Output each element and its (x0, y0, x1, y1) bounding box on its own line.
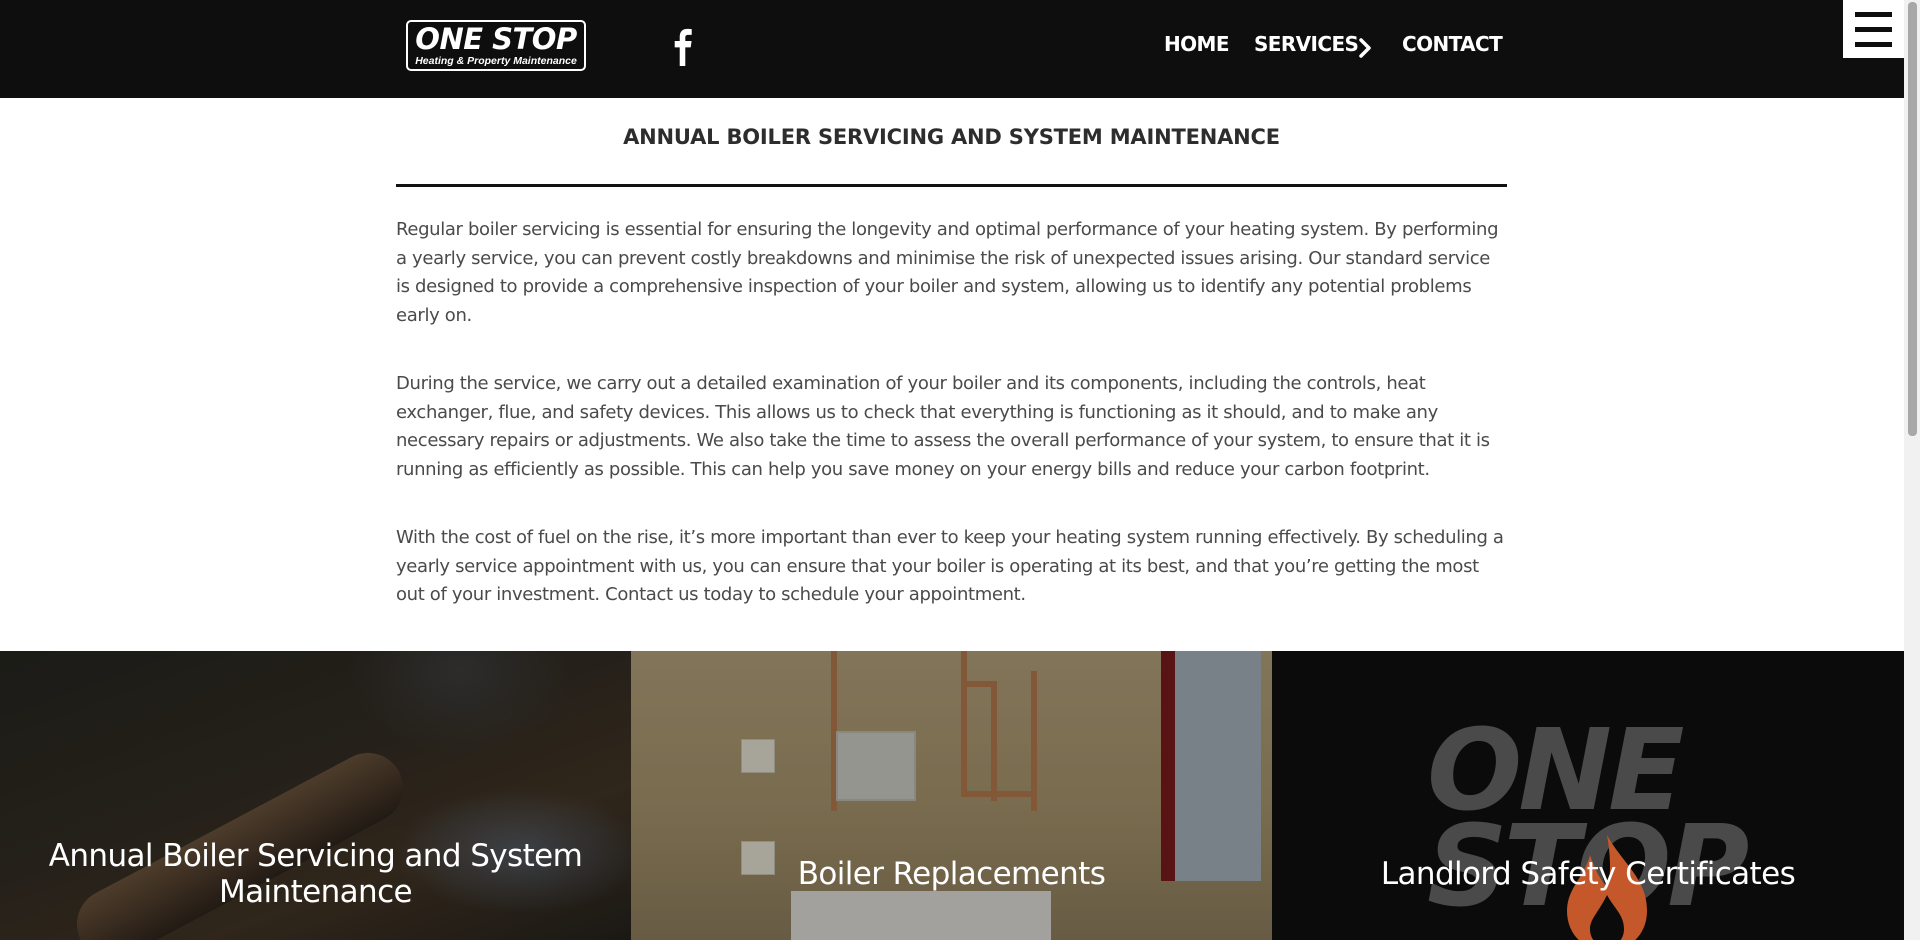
nav-services[interactable]: SERVICES (1254, 32, 1359, 62)
scrollbar[interactable] (1904, 0, 1920, 940)
scrollbar-thumb[interactable] (1908, 2, 1917, 436)
nav-home[interactable]: HOME (1164, 32, 1230, 62)
title-divider (396, 184, 1507, 187)
service-card-boiler-replacements[interactable]: Boiler Replacements (631, 651, 1272, 940)
service-card-landlord-certificates[interactable]: ONE STOP Landlord Safety Certificates (1272, 651, 1904, 940)
paragraph-3: With the cost of fuel on the rise, it’s … (396, 527, 1504, 605)
service-cards: Annual Boiler Servicing and System Maint… (0, 651, 1904, 940)
card-title: Annual Boiler Servicing and System Maint… (48, 838, 583, 910)
logo-sub-text: Heating & Property Maintenance (415, 55, 577, 67)
service-card-boiler-servicing[interactable]: Annual Boiler Servicing and System Maint… (0, 651, 631, 940)
hamburger-icon[interactable] (1843, 0, 1904, 58)
paragraph-1: Regular boiler servicing is essential fo… (396, 219, 1499, 326)
site-header: ONE STOP Heating & Property Maintenance … (0, 0, 1904, 98)
site-logo[interactable]: ONE STOP Heating & Property Maintenance (406, 20, 586, 71)
logo-main-text: ONE STOP (415, 22, 577, 56)
chevron-right-icon[interactable] (1358, 37, 1372, 59)
facebook-icon[interactable] (666, 26, 702, 66)
page-title: ANNUAL BOILER SERVICING AND SYSTEM MAINT… (623, 125, 1280, 149)
nav-contact[interactable]: CONTACT (1402, 32, 1503, 62)
paragraph-2: During the service, we carry out a detai… (396, 373, 1490, 480)
card-title: Landlord Safety Certificates (1380, 856, 1796, 892)
card-title: Boiler Replacements (797, 856, 1106, 892)
